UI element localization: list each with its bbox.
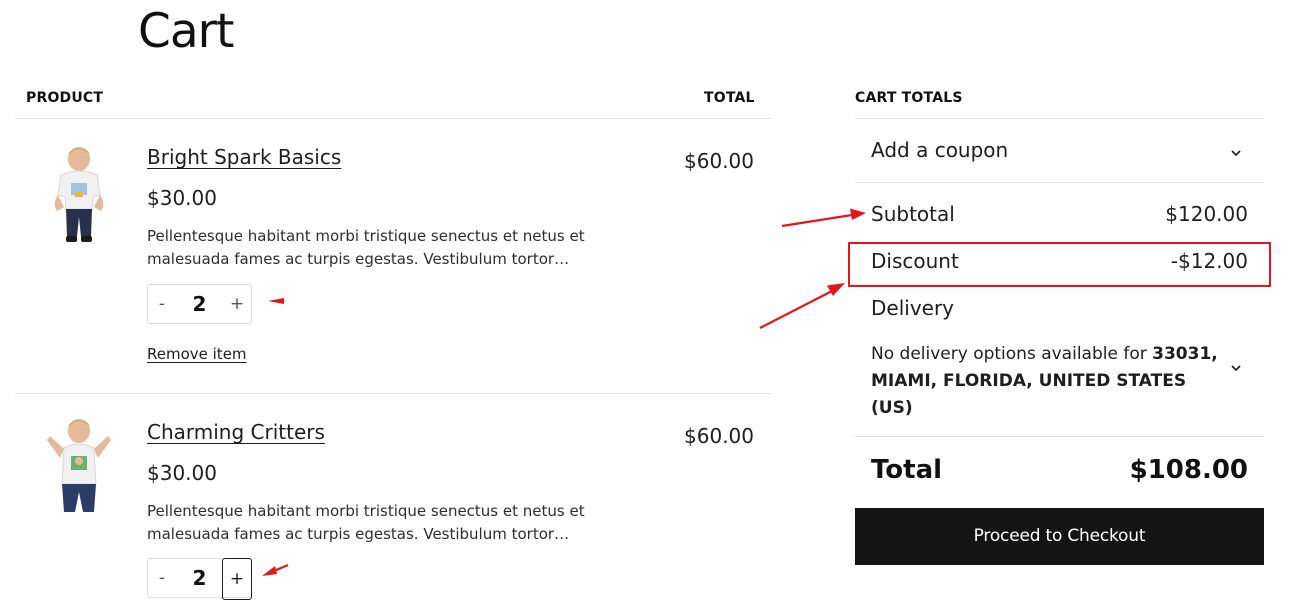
cart-item: Bright Spark Basics $30.00 Pellentesque … <box>0 119 771 393</box>
subtotal-label: Subtotal <box>871 202 955 226</box>
line-total: $60.00 <box>684 424 754 448</box>
chevron-down-icon <box>1231 150 1241 157</box>
quantity-input[interactable]: 2 <box>176 559 223 597</box>
coupon-divider <box>855 182 1264 183</box>
delivery-note: No delivery options available for 33031,… <box>871 341 1221 422</box>
delivery-note-text: No delivery options available for <box>871 344 1153 364</box>
quantity-input[interactable]: 2 <box>176 285 223 323</box>
total-column-header: TOTAL <box>704 90 755 106</box>
product-column-header: PRODUCT <box>26 90 104 106</box>
line-total: $60.00 <box>684 149 754 173</box>
product-price: $30.00 <box>147 461 217 485</box>
quantity-stepper: - 2 + <box>147 558 252 600</box>
product-name-link[interactable]: Bright Spark Basics <box>147 145 341 169</box>
increase-quantity-button[interactable]: + <box>223 285 251 323</box>
increase-quantity-button[interactable]: + <box>222 558 252 600</box>
arrow-icon <box>759 283 845 329</box>
subtotal-value: $120.00 <box>1165 202 1248 226</box>
coupon-toggle[interactable]: Add a coupon <box>855 119 1264 182</box>
discount-highlight-box <box>848 242 1271 287</box>
product-name-link[interactable]: Charming Critters <box>147 420 325 444</box>
page-title: Cart <box>138 4 234 59</box>
total-value: $108.00 <box>1129 455 1248 485</box>
cart-item: Charming Critters $30.00 Pellentesque ha… <box>0 394 771 603</box>
coupon-label: Add a coupon <box>871 138 1009 162</box>
cart-totals-header: CART TOTALS <box>855 90 963 106</box>
quantity-stepper: - 2 + <box>147 284 252 324</box>
product-image[interactable] <box>44 145 114 245</box>
product-description: Pellentesque habitant morbi tristique se… <box>147 227 585 268</box>
decrease-quantity-button[interactable]: - <box>148 285 176 323</box>
product-image[interactable] <box>44 418 114 518</box>
arrow-icon <box>781 208 866 228</box>
product-description: Pellentesque habitant morbi tristique se… <box>147 502 585 543</box>
remove-item-link[interactable]: Remove item <box>147 345 247 363</box>
product-price: $30.00 <box>147 186 217 210</box>
chevron-down-icon[interactable] <box>1229 361 1243 375</box>
decrease-quantity-button[interactable]: - <box>148 559 176 597</box>
proceed-to-checkout-button[interactable]: Proceed to Checkout <box>855 508 1264 565</box>
delivery-divider <box>855 436 1264 437</box>
total-label: Total <box>871 455 943 485</box>
delivery-label: Delivery <box>871 296 955 320</box>
